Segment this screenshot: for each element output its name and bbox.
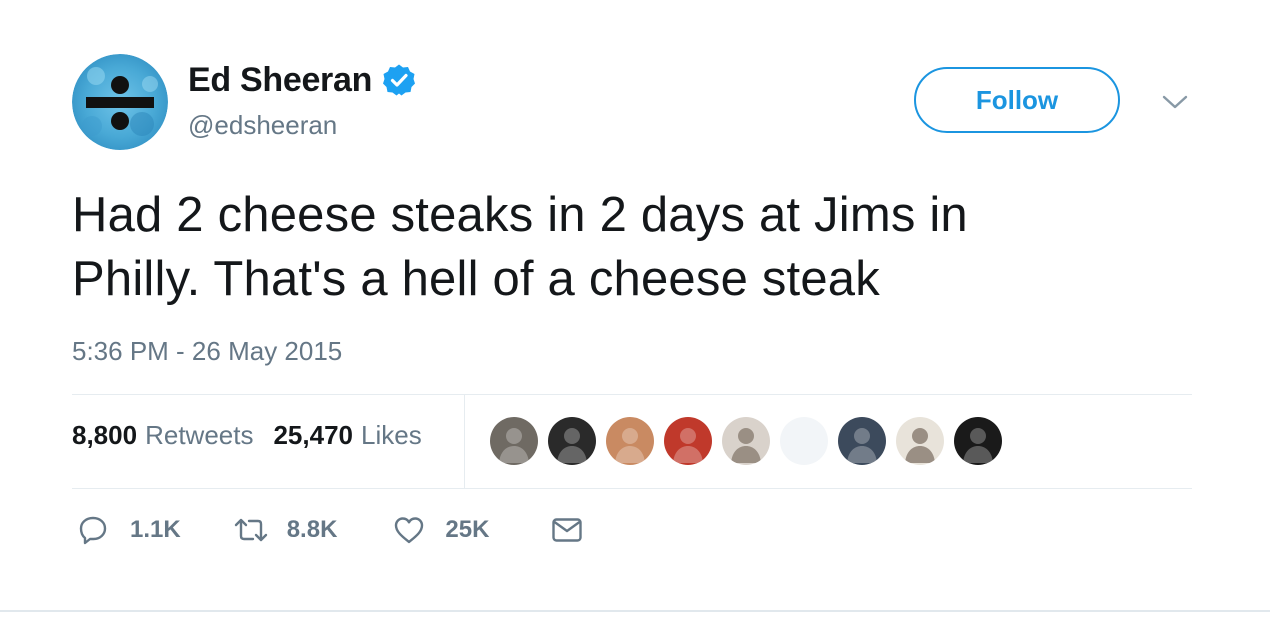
liker-avatars [490,417,1012,465]
liker-avatar-5[interactable] [722,417,770,465]
stats-vertical-divider [464,395,465,488]
likes-stat[interactable]: 25,470 Likes [273,420,421,451]
author-name-row[interactable]: Ed Sheeran [188,58,416,102]
follow-button[interactable]: Follow [914,67,1120,133]
card-bottom-border [0,610,1270,612]
like-button[interactable]: 25K [393,515,489,545]
retweets-stat[interactable]: 8,800 Retweets [72,420,253,451]
author-handle[interactable]: @edsheeran [188,110,337,141]
tweet-actions: 1.1K 8.8K 25K [78,515,583,545]
liker-avatar-1[interactable] [490,417,538,465]
liker-avatar-7[interactable] [838,417,886,465]
retweets-label: Retweets [145,420,254,450]
reply-count: 1.1K [130,516,181,543]
tweet-text: Had 2 cheese steaks in 2 days at Jims in… [72,183,1192,311]
tweet-stats: 8,800 Retweets 25,470 Likes [72,420,422,451]
person-silhouette-icon [673,428,703,463]
liker-avatar-6[interactable] [780,417,828,465]
author-display-name[interactable]: Ed Sheeran [188,61,372,100]
retweets-count: 8,800 [72,420,138,450]
likes-count: 25,470 [273,420,353,450]
verified-badge-icon [382,63,416,97]
divide-album-avatar-icon [72,54,168,150]
liker-avatar-9[interactable] [954,417,1002,465]
likes-label: Likes [361,420,422,450]
person-silhouette-icon [499,428,529,463]
retweet-button[interactable]: 8.8K [233,516,338,544]
tweet-timestamp[interactable]: 5:36 PM - 26 May 2015 [72,336,342,367]
person-silhouette-icon [847,428,877,463]
divider-top [72,394,1192,395]
direct-message-button[interactable] [551,516,583,544]
retweet-icon [234,518,267,542]
author-avatar[interactable]: ÷ / ÷ / ÷ / ÷ [72,54,168,150]
tweet-text-line-2: Philly. That's a hell of a cheese steak [72,252,880,306]
liker-avatar-8[interactable] [896,417,944,465]
person-silhouette-icon [780,417,828,465]
person-silhouette-icon [963,428,993,463]
envelope-icon [552,518,583,542]
person-silhouette-icon [615,428,645,463]
retweet-count: 8.8K [286,516,338,543]
reply-icon [79,516,107,545]
liker-avatar-4[interactable] [664,417,712,465]
divider-bottom [72,488,1192,489]
person-silhouette-icon [557,428,587,463]
chevron-down-icon[interactable] [1160,90,1190,114]
tweet-card: ÷ / ÷ / ÷ / ÷ Ed Sheeran @edsheeran Foll… [0,0,1270,618]
like-count: 25K [445,516,490,543]
person-silhouette-icon [905,428,935,463]
liker-avatar-2[interactable] [548,417,596,465]
person-silhouette-icon [731,428,761,463]
liker-avatar-3[interactable] [606,417,654,465]
reply-button[interactable]: 1.1K [78,515,181,545]
heart-icon [395,517,424,544]
tweet-text-line-1: Had 2 cheese steaks in 2 days at Jims in [72,188,968,242]
